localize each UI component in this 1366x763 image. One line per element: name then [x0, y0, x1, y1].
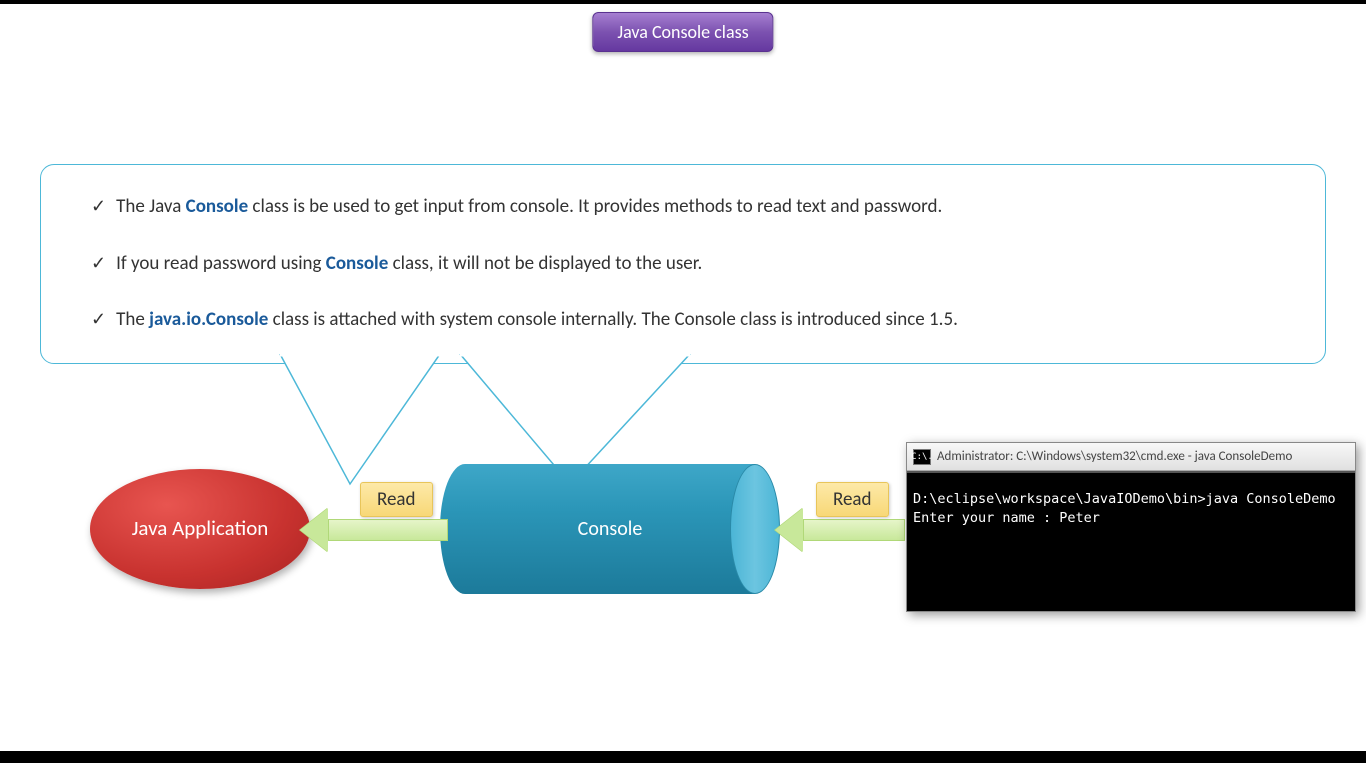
- bullet-3: ✓The java.io.Console class is attached w…: [91, 306, 1275, 335]
- console-node: Console: [440, 464, 780, 594]
- java-application-node: Java Application: [90, 469, 310, 589]
- arrow-icon: [775, 515, 905, 545]
- arrow-icon: [300, 515, 448, 545]
- cmd-window: C:\. Administrator: C:\Windows\system32\…: [906, 442, 1356, 612]
- check-icon: ✓: [91, 252, 106, 274]
- cmd-icon: C:\.: [913, 449, 931, 465]
- read-label-1: Read: [360, 482, 433, 517]
- cmd-titlebar: C:\. Administrator: C:\Windows\system32\…: [907, 443, 1355, 471]
- callout-box: ✓The Java Console class is be used to ge…: [40, 164, 1326, 364]
- read-label-2: Read: [816, 482, 889, 517]
- slide-title: Java Console class: [592, 12, 773, 52]
- cmd-title-text: Administrator: C:\Windows\system32\cmd.e…: [937, 449, 1292, 464]
- cmd-content: D:\eclipse\workspace\JavaIODemo\bin>java…: [907, 471, 1355, 611]
- check-icon: ✓: [91, 308, 106, 330]
- bullet-1: ✓The Java Console class is be used to ge…: [91, 193, 1275, 222]
- bullet-2: ✓If you read password using Console clas…: [91, 250, 1275, 279]
- check-icon: ✓: [91, 195, 106, 217]
